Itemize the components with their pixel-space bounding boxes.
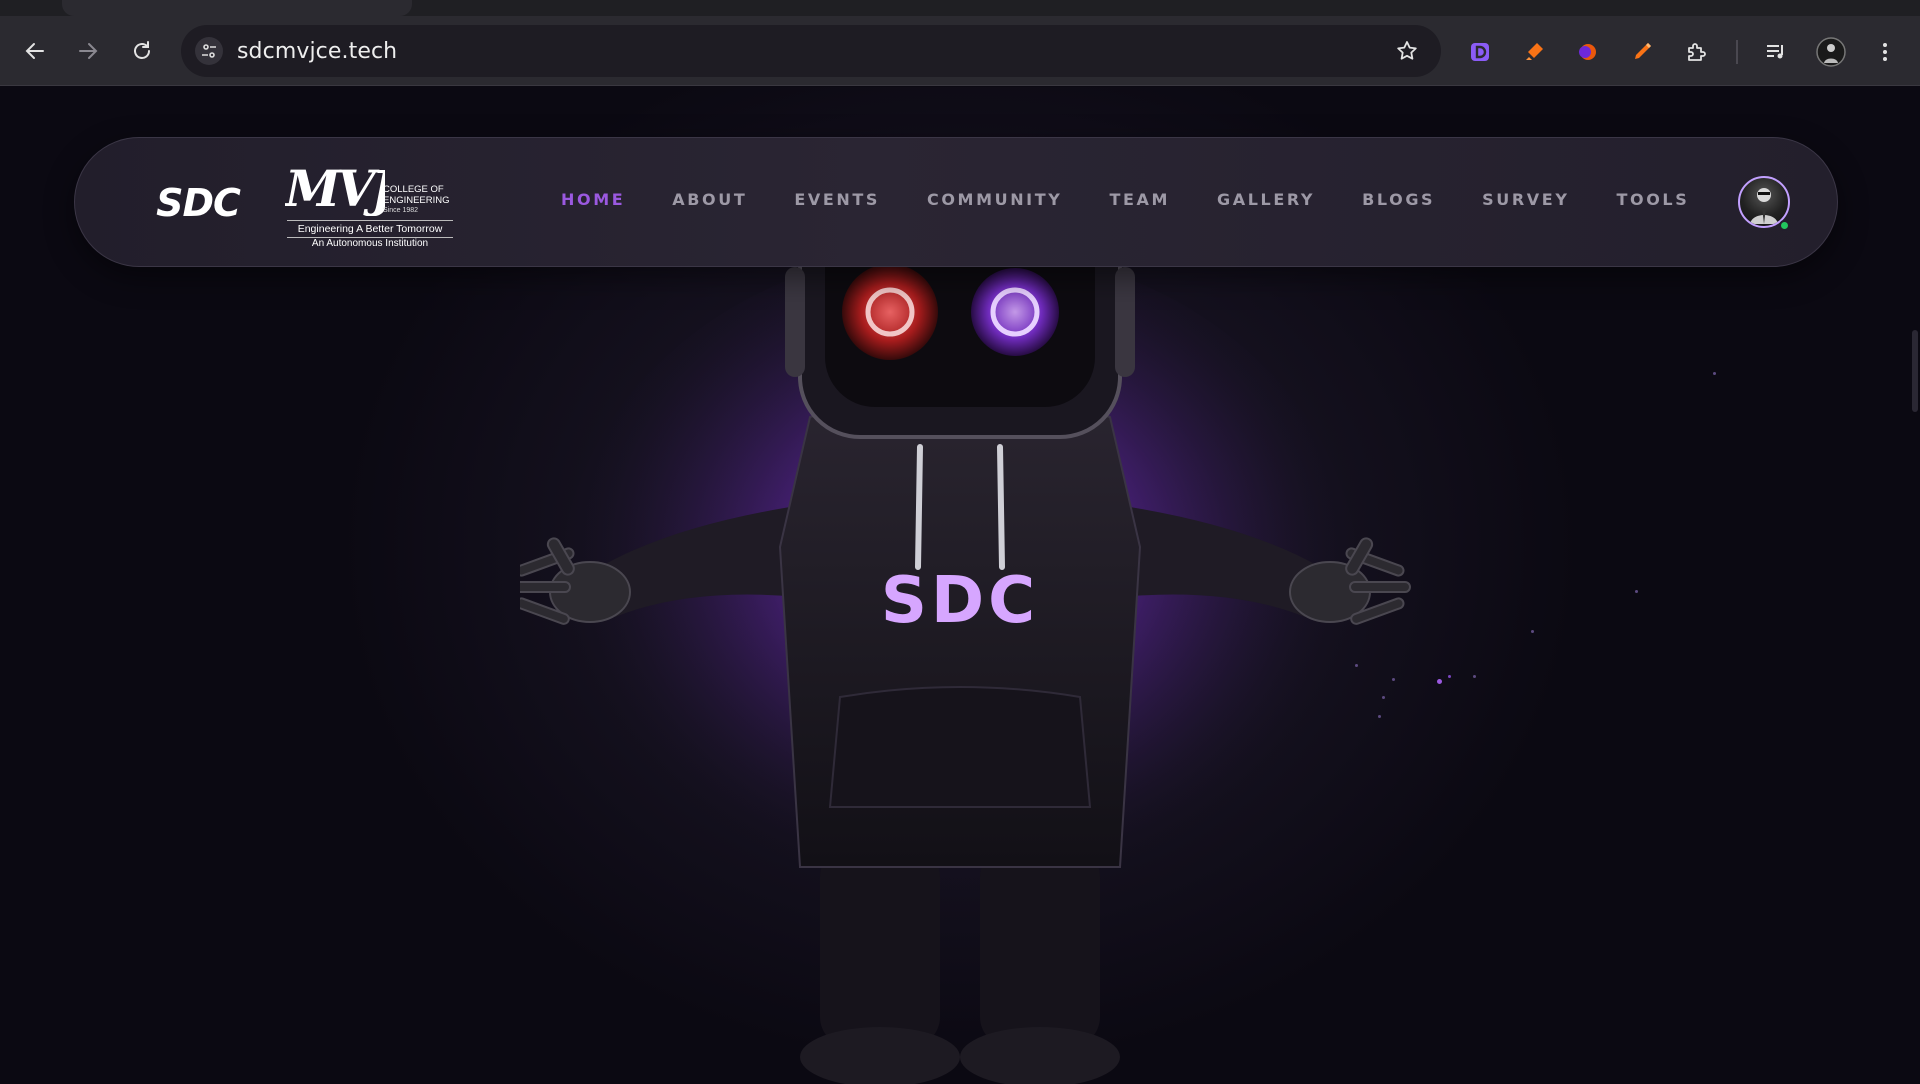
nav-link-community[interactable]: COMMUNITY bbox=[927, 190, 1062, 216]
reload-icon bbox=[134, 41, 150, 59]
nav-link-about[interactable]: ABOUT bbox=[672, 190, 747, 216]
mascot-helmet bbox=[785, 267, 1135, 439]
nav-link-gallery[interactable]: GALLERY bbox=[1217, 190, 1315, 216]
url-text[interactable]: sdcmvjce.tech bbox=[237, 39, 397, 64]
hoodie-logo-text: SDC bbox=[881, 564, 1039, 638]
web-page: SDC SDC MVJ COLLEGE OF ENGINEERING Since… bbox=[0, 87, 1920, 1084]
profile-button[interactable] bbox=[1815, 36, 1847, 68]
svg-text:SDC: SDC bbox=[156, 181, 241, 225]
sdc-logo[interactable]: SDC bbox=[143, 178, 253, 228]
back-button[interactable] bbox=[17, 33, 53, 69]
mvj-college-logo[interactable]: MVJ COLLEGE OF ENGINEERING Since 1982 En… bbox=[285, 156, 455, 256]
site-info-button[interactable] bbox=[195, 37, 223, 65]
hoodie-pocket bbox=[828, 686, 1092, 808]
kebab-menu-icon bbox=[1883, 43, 1887, 61]
nav-link-team[interactable]: TEAM bbox=[1109, 190, 1170, 216]
browser-toolbar: sdcmvjce.tech bbox=[0, 16, 1920, 86]
orb-extension-button[interactable] bbox=[1572, 36, 1604, 68]
mvj-mark: MVJ bbox=[285, 159, 385, 216]
tune-icon bbox=[202, 44, 216, 58]
svg-text:MVJ: MVJ bbox=[285, 159, 385, 216]
orange-orb-extension-icon bbox=[1579, 44, 1596, 60]
d-extension-icon bbox=[1471, 43, 1489, 61]
robot-mascot-illustration: SDC bbox=[520, 267, 1411, 1084]
active-tab[interactable] bbox=[62, 0, 412, 16]
arrow-left-icon bbox=[25, 43, 44, 59]
mvj-tagline: Engineering A Better Tomorrow bbox=[287, 220, 453, 238]
highlighter-extension-button[interactable] bbox=[1518, 36, 1550, 68]
media-queue-icon bbox=[1767, 45, 1783, 59]
nav-links: HOME ABOUT EVENTS COMMUNITY TEAM GALLERY… bbox=[561, 190, 1736, 216]
browser-tab-strip bbox=[0, 0, 1920, 16]
nav-link-events[interactable]: EVENTS bbox=[794, 190, 880, 216]
page-scrollbar-thumb[interactable] bbox=[1912, 330, 1918, 412]
nav-link-tools[interactable]: TOOLS bbox=[1617, 190, 1690, 216]
pen-extension-button[interactable] bbox=[1626, 36, 1658, 68]
browser-menu-button[interactable] bbox=[1869, 36, 1901, 68]
forward-button[interactable] bbox=[70, 33, 106, 69]
mvj-college-name: COLLEGE OF ENGINEERING bbox=[383, 184, 450, 206]
pen-extension-icon bbox=[1635, 43, 1651, 59]
star-icon bbox=[1397, 41, 1417, 60]
mvj-since: Since 1982 bbox=[383, 207, 419, 214]
profile-avatar-icon bbox=[1816, 37, 1846, 67]
extensions-button[interactable] bbox=[1680, 36, 1712, 68]
nav-link-home[interactable]: HOME bbox=[561, 190, 625, 216]
user-avatar-icon bbox=[1750, 188, 1778, 224]
d-extension-button[interactable] bbox=[1464, 36, 1496, 68]
media-queue-button[interactable] bbox=[1760, 36, 1792, 68]
online-status-dot bbox=[1779, 220, 1790, 231]
arrow-right-icon bbox=[79, 43, 98, 59]
puzzle-icon bbox=[1688, 43, 1706, 61]
address-bar[interactable]: sdcmvjce.tech bbox=[181, 25, 1441, 77]
site-navbar: SDC MVJ COLLEGE OF ENGINEERING Since 198… bbox=[74, 137, 1838, 267]
highlighter-extension-icon bbox=[1526, 43, 1543, 60]
reload-button[interactable] bbox=[124, 33, 160, 69]
nav-link-blogs[interactable]: BLOGS bbox=[1362, 190, 1435, 216]
toolbar-divider bbox=[1736, 40, 1738, 64]
nav-link-survey[interactable]: SURVEY bbox=[1482, 190, 1569, 216]
bookmark-button[interactable] bbox=[1393, 37, 1421, 65]
mvj-autonomous: An Autonomous Institution bbox=[311, 238, 429, 249]
